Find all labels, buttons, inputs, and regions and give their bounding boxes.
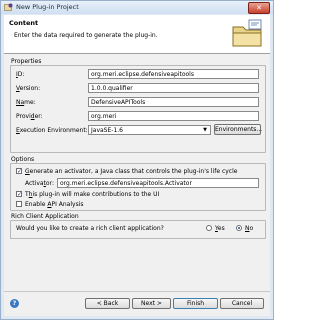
chevron-down-icon[interactable]: ▼	[201, 127, 209, 133]
rcp-no-radio[interactable]	[236, 225, 242, 231]
activator-field[interactable]: org.meri.eclipse.defensiveapitools.Activ…	[57, 178, 259, 188]
activator-label: Activator:	[25, 180, 54, 187]
title-bar[interactable]: New Plug-in Project ✕	[1, 1, 273, 14]
name-field[interactable]: DefensiveAPITools	[88, 97, 259, 107]
dialog-window: New Plug-in Project ✕ Content Enter the …	[0, 0, 274, 320]
rcp-group-label: Rich Client Application	[11, 213, 79, 220]
footer-separator	[4, 291, 270, 292]
next-button[interactable]: Next >	[132, 298, 171, 309]
execution-environment-select[interactable]: JavaSE-1.6 ▼	[88, 125, 211, 135]
rcp-yes-label: Yes	[215, 225, 225, 232]
id-label: ID:	[16, 71, 25, 78]
version-field[interactable]: 1.0.0.qualifier	[88, 83, 259, 93]
rcp-question: Would you like to create a rich client a…	[16, 225, 164, 232]
name-label: Name:	[16, 99, 36, 106]
api-analysis-label: Enable API Analysis	[25, 201, 84, 208]
execution-environment-value: JavaSE-1.6	[91, 127, 123, 134]
ui-contributions-checkbox[interactable]: ✓	[16, 191, 22, 198]
options-group-label: Options	[11, 156, 35, 163]
rcp-yes-radio[interactable]	[206, 225, 212, 231]
dialog-client: Content Enter the data required to gener…	[4, 15, 270, 316]
wizard-banner: Content Enter the data required to gener…	[4, 15, 270, 54]
generate-activator-label: Generate an activator, a Java class that…	[25, 168, 238, 175]
environments-button[interactable]: Environments...	[214, 124, 262, 135]
execution-environment-label: Execution Environment:	[16, 127, 88, 134]
help-icon[interactable]: ?	[10, 299, 19, 308]
version-label: Version:	[16, 85, 41, 92]
generate-activator-checkbox[interactable]: ✓	[16, 168, 22, 175]
properties-group-label: Properties	[11, 58, 42, 65]
close-button[interactable]: ✕	[248, 2, 270, 14]
provider-field[interactable]: org.meri	[88, 111, 259, 121]
id-field[interactable]: org.meri.eclipse.defensiveapitools	[88, 69, 259, 79]
cancel-button[interactable]: Cancel	[220, 298, 264, 309]
page-title: Content	[9, 19, 39, 27]
finish-button[interactable]: Finish	[173, 298, 218, 309]
folder-wizard-icon	[232, 19, 262, 47]
window-title: New Plug-in Project	[16, 3, 79, 11]
provider-label: Provider:	[16, 113, 43, 120]
rcp-no-label: No	[245, 225, 254, 232]
api-analysis-checkbox[interactable]	[16, 201, 22, 207]
ui-contributions-label: This plug-in will make contributions to …	[25, 191, 160, 198]
back-button[interactable]: < Back	[85, 298, 130, 309]
eclipse-plugin-icon	[4, 3, 13, 11]
page-description: Enter the data required to generate the …	[14, 32, 158, 39]
